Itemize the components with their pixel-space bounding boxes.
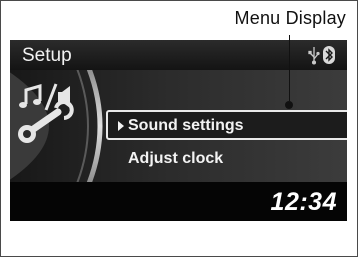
usb-icon bbox=[308, 47, 320, 65]
status-icons bbox=[307, 45, 337, 65]
bluetooth-icon bbox=[323, 46, 335, 64]
menu-item-sound-settings[interactable]: Sound settings bbox=[128, 117, 244, 135]
clock-display: 12:34 bbox=[270, 188, 337, 216]
selection-pointer-icon bbox=[118, 121, 124, 131]
menu-item-adjust-clock[interactable]: Adjust clock bbox=[128, 150, 223, 168]
category-badge bbox=[10, 65, 120, 187]
callout-leader-line bbox=[289, 35, 290, 101]
callout-dot bbox=[285, 101, 293, 109]
screen-footer: 12:34 bbox=[10, 182, 347, 221]
menu-area: Sound settings Adjust clock bbox=[10, 65, 347, 187]
screen-title: Setup bbox=[22, 45, 72, 66]
screen-header: Setup bbox=[10, 40, 347, 70]
infotainment-screen: Setup Sound settings Adjust clock 12:34 bbox=[10, 40, 347, 221]
callout-label: Menu Display bbox=[234, 8, 346, 28]
